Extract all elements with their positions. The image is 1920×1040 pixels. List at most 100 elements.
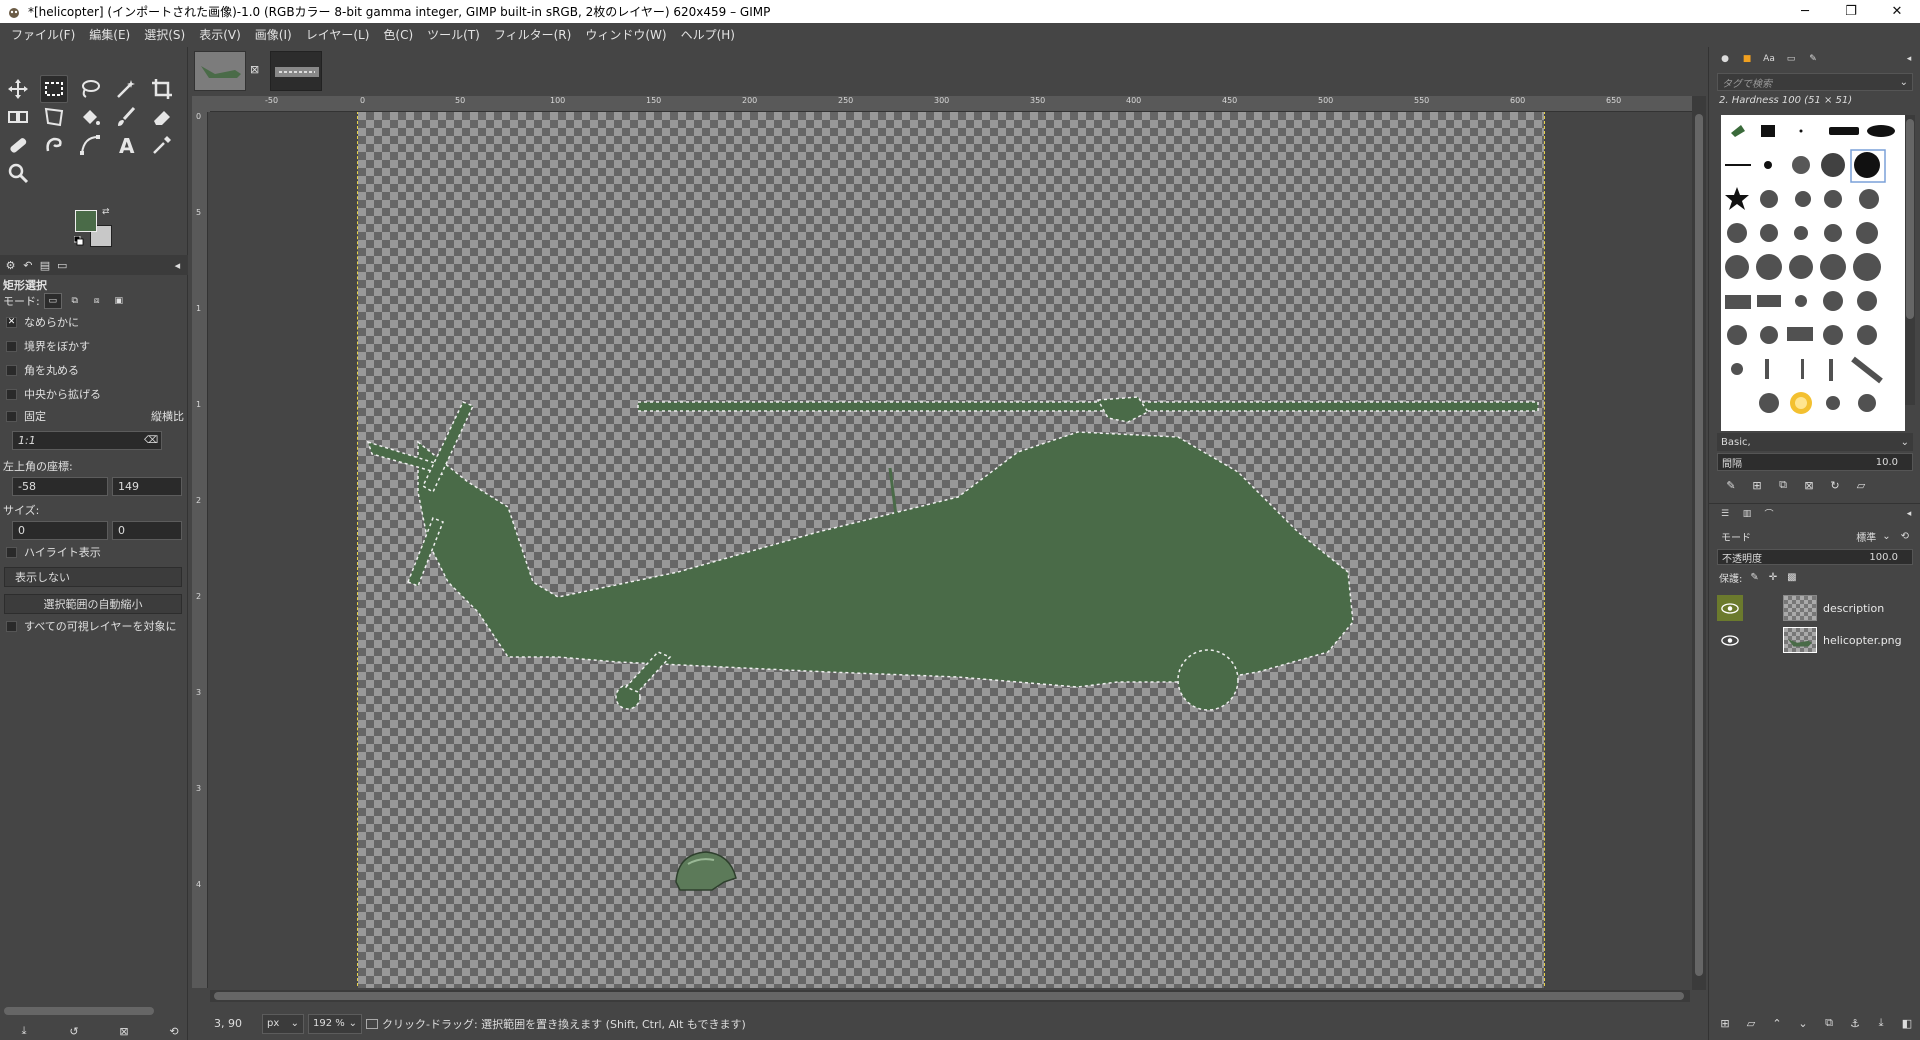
open-brush-folder-icon[interactable]: ▱ — [1853, 477, 1869, 493]
lock-alpha-icon[interactable]: ▩ — [1787, 572, 1796, 583]
horizontal-scrollbar[interactable] — [210, 990, 1690, 1002]
expand-center-checkbox[interactable] — [6, 388, 17, 400]
antialias-row[interactable]: ✕ なめらかに — [0, 313, 188, 331]
shrink-merged-checkbox[interactable] — [6, 620, 17, 632]
horizontal-scroll-thumb[interactable] — [214, 992, 1684, 1000]
fuzzy-select-tool-icon[interactable] — [112, 75, 140, 103]
layer-mask-icon[interactable]: ◧ — [1899, 1015, 1915, 1031]
mode-replace-icon[interactable]: ▭ — [43, 293, 62, 309]
minimize-button[interactable]: ─ — [1782, 0, 1828, 23]
channels-tab-icon[interactable]: ▥ — [1739, 507, 1755, 521]
lower-layer-icon[interactable]: ⌄ — [1795, 1015, 1811, 1031]
mode-subtract-icon[interactable]: ⧈ — [88, 293, 106, 309]
expand-center-row[interactable]: 中央から拡げる — [0, 385, 188, 403]
autoshrink-button[interactable]: 選択範囲の自動縮小 — [4, 594, 182, 614]
menu-colors[interactable]: 色(C) — [376, 23, 420, 47]
lock-position-icon[interactable]: ✛ — [1769, 572, 1777, 583]
unit-dropdown[interactable]: px ⌄ — [262, 1013, 304, 1034]
fixed-checkbox[interactable] — [6, 410, 17, 422]
duplicate-layer-icon[interactable]: ⧉ — [1821, 1015, 1837, 1031]
delete-options-icon[interactable]: ⊠ — [116, 1023, 132, 1039]
smudge-tool-icon[interactable] — [40, 131, 68, 159]
bucket-fill-tool-icon[interactable] — [76, 103, 104, 131]
fonts-tab-icon[interactable]: Aa — [1761, 52, 1777, 66]
vertical-scroll-thumb[interactable] — [1695, 114, 1703, 976]
image-tab-helicopter[interactable] — [194, 51, 246, 91]
menu-file[interactable]: ファイル(F) — [4, 23, 82, 47]
duplicate-brush-icon[interactable]: ⧉ — [1775, 477, 1791, 493]
delete-brush-icon[interactable]: ⊠ — [1801, 477, 1817, 493]
brush-grid[interactable] — [1721, 115, 1905, 431]
menu-filters[interactable]: フィルター(R) — [487, 23, 578, 47]
layer-opacity-field[interactable]: 不透明度 100.0 — [1717, 549, 1913, 565]
rounded-checkbox[interactable] — [6, 364, 17, 376]
rounded-row[interactable]: 角を丸める — [0, 361, 188, 379]
menu-select[interactable]: 選択(S) — [137, 23, 192, 47]
merge-layer-icon[interactable]: ⤓ — [1873, 1015, 1889, 1031]
paths-tab-icon[interactable]: ⌒ — [1761, 507, 1777, 521]
rect-select-tool-icon[interactable] — [40, 75, 68, 103]
ratio-input[interactable]: 1:1 — [12, 430, 162, 450]
canvas-area[interactable] — [210, 112, 1690, 988]
feather-row[interactable]: 境界をぼかす — [0, 337, 188, 355]
close-image-tab-icon[interactable]: ⊠ — [250, 63, 264, 77]
menu-windows[interactable]: ウィンドウ(W) — [578, 23, 673, 47]
eraser-tool-icon[interactable] — [148, 103, 176, 131]
toolbox-scrollbar[interactable] — [4, 1007, 154, 1015]
layers-config-icon[interactable]: ◂ — [1901, 507, 1917, 521]
menu-tools[interactable]: ツール(T) — [420, 23, 487, 47]
antialias-checkbox[interactable]: ✕ — [6, 316, 17, 328]
mode-add-icon[interactable]: ⧉ — [66, 293, 84, 309]
highlight-row[interactable]: ハイライト表示 — [0, 543, 188, 561]
refresh-brushes-icon[interactable]: ↻ — [1827, 477, 1843, 493]
brushes-tab-icon[interactable]: ● — [1717, 52, 1733, 66]
foreground-color-swatch[interactable] — [75, 210, 97, 232]
new-layer-icon[interactable]: ⊞ — [1717, 1015, 1733, 1031]
position-x-input[interactable]: -58 — [12, 476, 108, 496]
dock-config-icon[interactable]: ◂ — [1901, 52, 1917, 66]
device-status-tab-icon[interactable]: ▭ — [56, 258, 69, 272]
mode-intersect-icon[interactable]: ▣ — [110, 293, 128, 309]
brush-grid-scroll-thumb[interactable] — [1906, 119, 1914, 319]
tool-options-tab-icon[interactable]: ⚙ — [4, 258, 17, 272]
lasso-tool-icon[interactable] — [76, 75, 104, 103]
new-layer-group-icon[interactable]: ▱ — [1743, 1015, 1759, 1031]
vertical-ruler[interactable]: 0 5 1 1 2 2 3 3 4 — [192, 112, 208, 988]
menu-view[interactable]: 表示(V) — [192, 23, 248, 47]
zoom-tool-icon[interactable] — [4, 159, 32, 187]
raise-layer-icon[interactable]: ⌃ — [1769, 1015, 1785, 1031]
layers-tab-icon[interactable]: ☰ — [1717, 507, 1733, 521]
fixed-type-dropdown[interactable]: 縦横比 — [151, 408, 184, 424]
clear-ratio-icon[interactable]: ⌫ — [144, 435, 158, 446]
feather-checkbox[interactable] — [6, 340, 17, 352]
highlight-checkbox[interactable] — [6, 546, 17, 558]
position-y-input[interactable]: 149 — [112, 476, 182, 496]
layer-mode-dropdown[interactable]: 標準 — [1856, 529, 1876, 544]
brush-preset-dropdown[interactable]: Basic, ⌄ — [1717, 433, 1913, 451]
edit-brush-icon[interactable]: ✎ — [1723, 477, 1739, 493]
eye-icon[interactable] — [1717, 627, 1743, 653]
reset-options-icon[interactable]: ⟲ — [166, 1023, 182, 1039]
lock-pixels-icon[interactable]: ✎ — [1750, 572, 1758, 583]
paintbrush-tool-icon[interactable] — [112, 103, 140, 131]
menu-layer[interactable]: レイヤー(L) — [299, 23, 377, 47]
restore-options-icon[interactable]: ↺ — [66, 1023, 82, 1039]
new-brush-icon[interactable]: ⊞ — [1749, 477, 1765, 493]
layer-row[interactable]: description — [1717, 593, 1913, 623]
warp-transform-tool-icon[interactable] — [40, 103, 68, 131]
undo-history-tab-icon[interactable]: ↶ — [21, 258, 34, 272]
layer-mode-reset-icon[interactable]: ⟲ — [1901, 531, 1909, 542]
move-tool-icon[interactable] — [4, 75, 32, 103]
guides-dropdown[interactable]: 表示しない — [4, 567, 182, 587]
paint-dynamics-tab-icon[interactable]: ✎ — [1805, 52, 1821, 66]
crop-tool-icon[interactable] — [148, 75, 176, 103]
unified-transform-tool-icon[interactable] — [4, 103, 32, 131]
brush-tag-search[interactable]: タグで検索 ⌄ — [1717, 73, 1913, 91]
vertical-scrollbar[interactable] — [1692, 96, 1706, 990]
horizontal-ruler[interactable]: -50 0 50 100 150 200 250 300 350 400 450… — [210, 96, 1700, 112]
close-button[interactable]: ✕ — [1874, 0, 1920, 23]
menu-help[interactable]: ヘルプ(H) — [674, 23, 742, 47]
size-width-input[interactable]: 0 — [12, 520, 108, 540]
heal-tool-icon[interactable] — [4, 131, 32, 159]
brush-spacing-field[interactable]: 間隔 10.0 — [1717, 453, 1913, 471]
